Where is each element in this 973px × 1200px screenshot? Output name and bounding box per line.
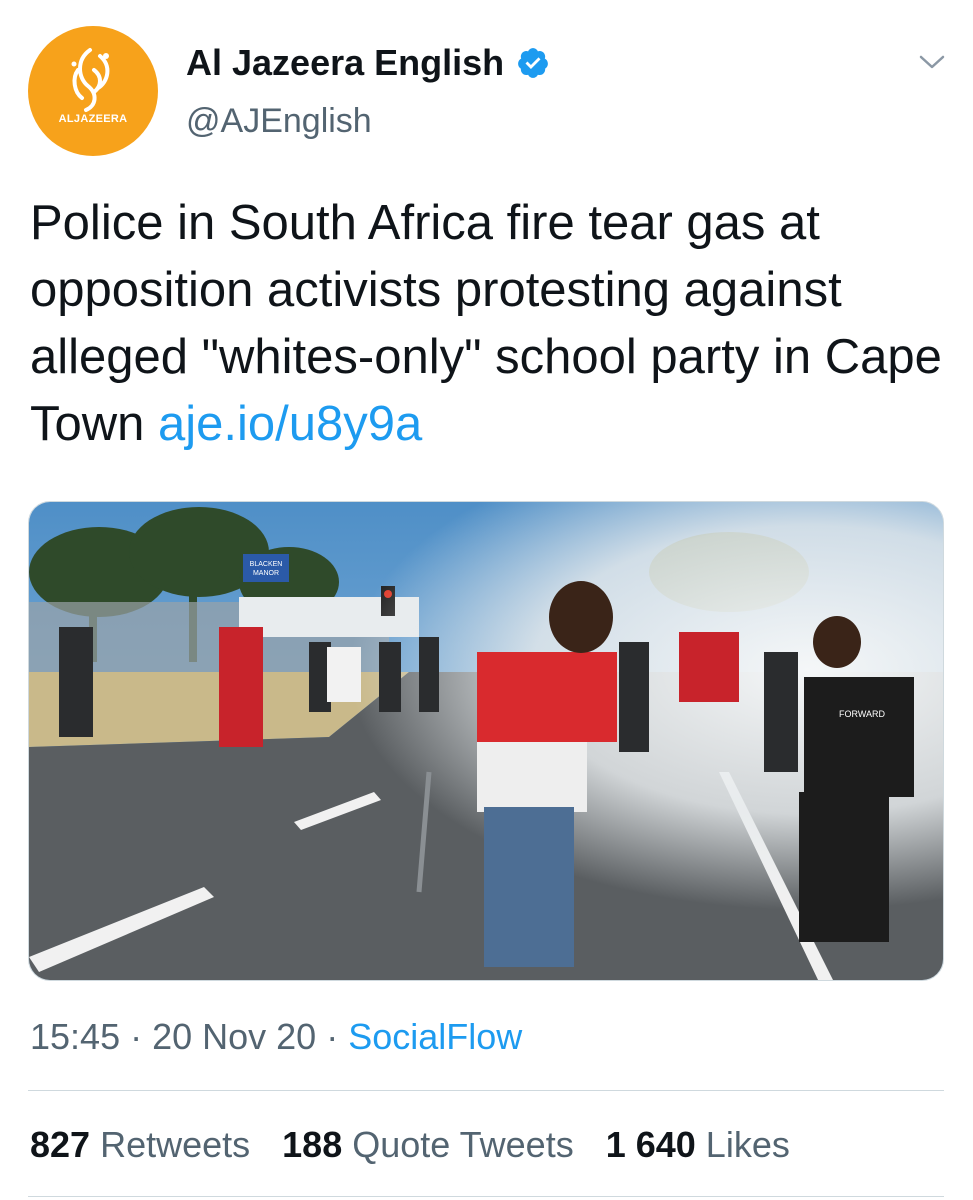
shirt-text: FORWARD	[839, 709, 885, 719]
retweets-count: 827	[30, 1124, 91, 1165]
tweet-source[interactable]: SocialFlow	[348, 1016, 522, 1057]
tweet-text: Police in South Africa fire tear gas at …	[30, 190, 950, 458]
meta-separator: ·	[120, 1016, 153, 1057]
verified-badge-icon	[518, 48, 549, 78]
likes-count: 1 640	[605, 1124, 696, 1165]
avatar[interactable]: ALJAZEERA	[28, 26, 158, 156]
tweet-link[interactable]: aje.io/u8y9a	[158, 397, 422, 451]
author-handle[interactable]: @AJEnglish	[186, 102, 372, 141]
tweet-time[interactable]: 15:45	[30, 1016, 120, 1057]
tweet-photo[interactable]: BLACKEN MANOR	[28, 501, 944, 981]
tweet-meta: 15:45 · 20 Nov 20 · SocialFlow	[30, 1016, 522, 1058]
chevron-down-icon[interactable]	[916, 48, 948, 76]
retweets-label: Retweets	[100, 1124, 251, 1165]
quote-tweets-count: 188	[282, 1124, 343, 1165]
divider	[28, 1090, 944, 1091]
quote-tweets-label: Quote Tweets	[352, 1124, 574, 1165]
likes-stat[interactable]: 1 640 Likes	[606, 1124, 790, 1166]
avatar-logo-text: ALJAZEERA	[58, 113, 128, 125]
author-name-row: Al Jazeera English	[186, 40, 550, 86]
retweets-stat[interactable]: 827 Retweets	[30, 1124, 250, 1166]
meta-separator: ·	[316, 1016, 349, 1057]
al-jazeera-logo-icon	[71, 48, 110, 112]
quote-tweets-stat[interactable]: 188 Quote Tweets	[282, 1124, 574, 1166]
tweet-date[interactable]: 20 Nov 20	[152, 1016, 316, 1057]
engagement-stats: 827 Retweets 188 Quote Tweets 1 640 Likes	[30, 1124, 822, 1166]
likes-label: Likes	[705, 1124, 790, 1165]
author-display-name[interactable]: Al Jazeera English	[186, 42, 504, 84]
divider	[28, 1196, 944, 1197]
protest-photo: BLACKEN MANOR	[29, 502, 943, 980]
